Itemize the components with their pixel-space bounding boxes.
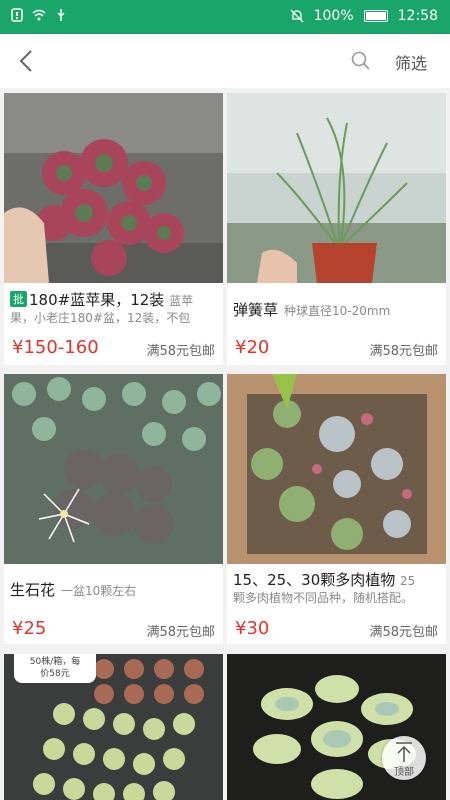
product-image: [227, 93, 446, 283]
back-to-top-button[interactable]: 顶部: [382, 736, 426, 780]
product-title: 批 180#蓝苹果，12装 蓝苹: [10, 289, 217, 310]
product-description: 颗多肉植物不同品种，随机搭配。: [233, 591, 414, 605]
shipping-note: 满58元包邮: [369, 625, 438, 640]
shipping-note: 满58元包邮: [146, 344, 215, 359]
product-price: ¥20: [235, 337, 270, 358]
product-card[interactable]: 15、25、30颗多肉植物 25 颗多肉植物不同品种，随机搭配。 ¥30 满58…: [227, 374, 446, 644]
status-bar: 100% 12:58: [0, 0, 450, 34]
filter-button[interactable]: 筛选: [395, 50, 427, 74]
usb-icon: [57, 9, 65, 21]
product-image: [227, 374, 446, 564]
product-title: 15、25、30颗多肉植物 25: [233, 571, 416, 589]
shipping-note: 满58元包邮: [146, 625, 215, 640]
product-description: 果，小老庄180#盆，12装，不包: [10, 311, 191, 325]
back-to-top-label: 顶部: [394, 767, 414, 778]
product-card[interactable]: [227, 654, 446, 800]
wifi-icon: [32, 9, 46, 21]
product-title: 生石花 一盆10颗左右: [10, 581, 137, 599]
search-icon[interactable]: [350, 50, 372, 72]
mute-icon: [290, 9, 304, 23]
product-image: [4, 374, 223, 564]
product-card[interactable]: 批 180#蓝苹果，12装 蓝苹 果，小老庄180#盆，12装，不包 ¥150-1…: [4, 93, 223, 365]
top-nav-bar: 筛选: [0, 34, 450, 88]
product-price: ¥150-160: [12, 337, 99, 358]
clock: 12:58: [397, 8, 438, 24]
product-image: 50株/箱，每 价58元: [4, 654, 223, 800]
wholesale-badge: 批: [10, 291, 27, 307]
product-price: ¥25: [12, 618, 47, 639]
battery-percent: 100%: [313, 8, 354, 24]
product-image: [4, 93, 223, 283]
back-arrow-icon[interactable]: [14, 48, 40, 74]
image-overlay-label: 50株/箱，每 价58元: [14, 654, 96, 683]
product-price: ¥30: [235, 618, 270, 639]
battery-icon: [363, 10, 388, 22]
product-card[interactable]: 生石花 一盆10颗左右 ¥25 满58元包邮: [4, 374, 223, 644]
notification-icon: [11, 8, 23, 22]
arrow-up-icon: [396, 742, 412, 762]
product-card[interactable]: 弹簧草 种球直径10-20mm ¥20 满58元包邮: [227, 93, 446, 365]
product-card[interactable]: 50株/箱，每 价58元: [4, 654, 223, 800]
shipping-note: 满58元包邮: [369, 344, 438, 359]
product-image: [227, 654, 446, 800]
product-title: 弹簧草 种球直径10-20mm: [233, 301, 391, 319]
